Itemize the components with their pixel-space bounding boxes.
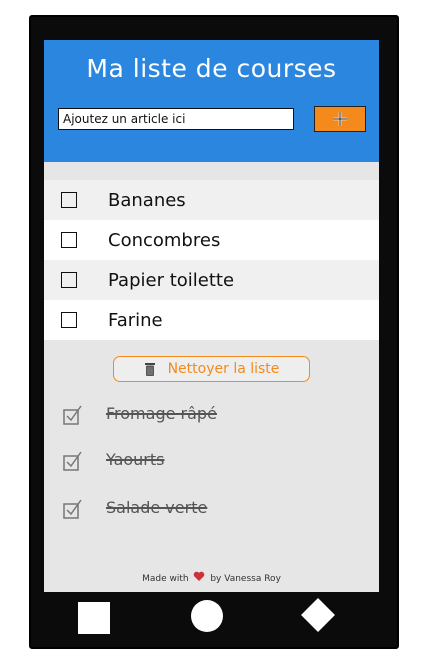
clear-list-label: Nettoyer la liste (167, 361, 280, 377)
done-item[interactable]: Yaourts (44, 446, 379, 476)
add-item-input[interactable] (58, 108, 294, 130)
done-item-label: Salade verte (106, 498, 208, 517)
item-label: Bananes (108, 189, 186, 211)
item-checkbox[interactable] (61, 192, 77, 208)
checked-box-icon[interactable] (62, 498, 86, 522)
footer-credit: Made with by Vanessa Roy (44, 571, 379, 584)
footer-suffix: by Vanessa Roy (210, 574, 281, 584)
list-item[interactable]: Farine (44, 300, 379, 340)
footer-prefix: Made with (142, 574, 189, 584)
shopping-list: Bananes Concombres Papier toilette Farin… (44, 180, 379, 340)
checked-box-icon[interactable] (62, 450, 86, 474)
checked-box-icon[interactable] (62, 404, 86, 428)
done-item-label: Yaourts (106, 450, 165, 469)
clear-list-button[interactable]: Nettoyer la liste (113, 356, 310, 382)
done-item[interactable]: Salade verte (44, 494, 379, 524)
item-checkbox[interactable] (61, 272, 77, 288)
done-item[interactable]: Fromage râpé (44, 400, 379, 430)
item-label: Farine (108, 309, 163, 331)
home-nav-button[interactable] (191, 600, 223, 632)
heart-icon (194, 571, 205, 581)
list-item[interactable]: Papier toilette (44, 260, 379, 300)
list-item[interactable]: Concombres (44, 220, 379, 260)
item-checkbox[interactable] (61, 232, 77, 248)
back-nav-button[interactable] (78, 602, 110, 634)
done-item-label: Fromage râpé (106, 404, 217, 423)
trash-icon (144, 362, 155, 376)
list-item[interactable]: Bananes (44, 180, 379, 220)
app-header: Ma liste de courses (44, 40, 379, 162)
plus-icon (333, 112, 347, 126)
item-label: Papier toilette (108, 269, 235, 291)
add-item-button[interactable] (314, 106, 366, 132)
item-label: Concombres (108, 229, 221, 251)
item-checkbox[interactable] (61, 312, 77, 328)
app-screen: Ma liste de courses Bananes Concombres P… (44, 40, 379, 592)
page-title: Ma liste de courses (86, 54, 337, 83)
